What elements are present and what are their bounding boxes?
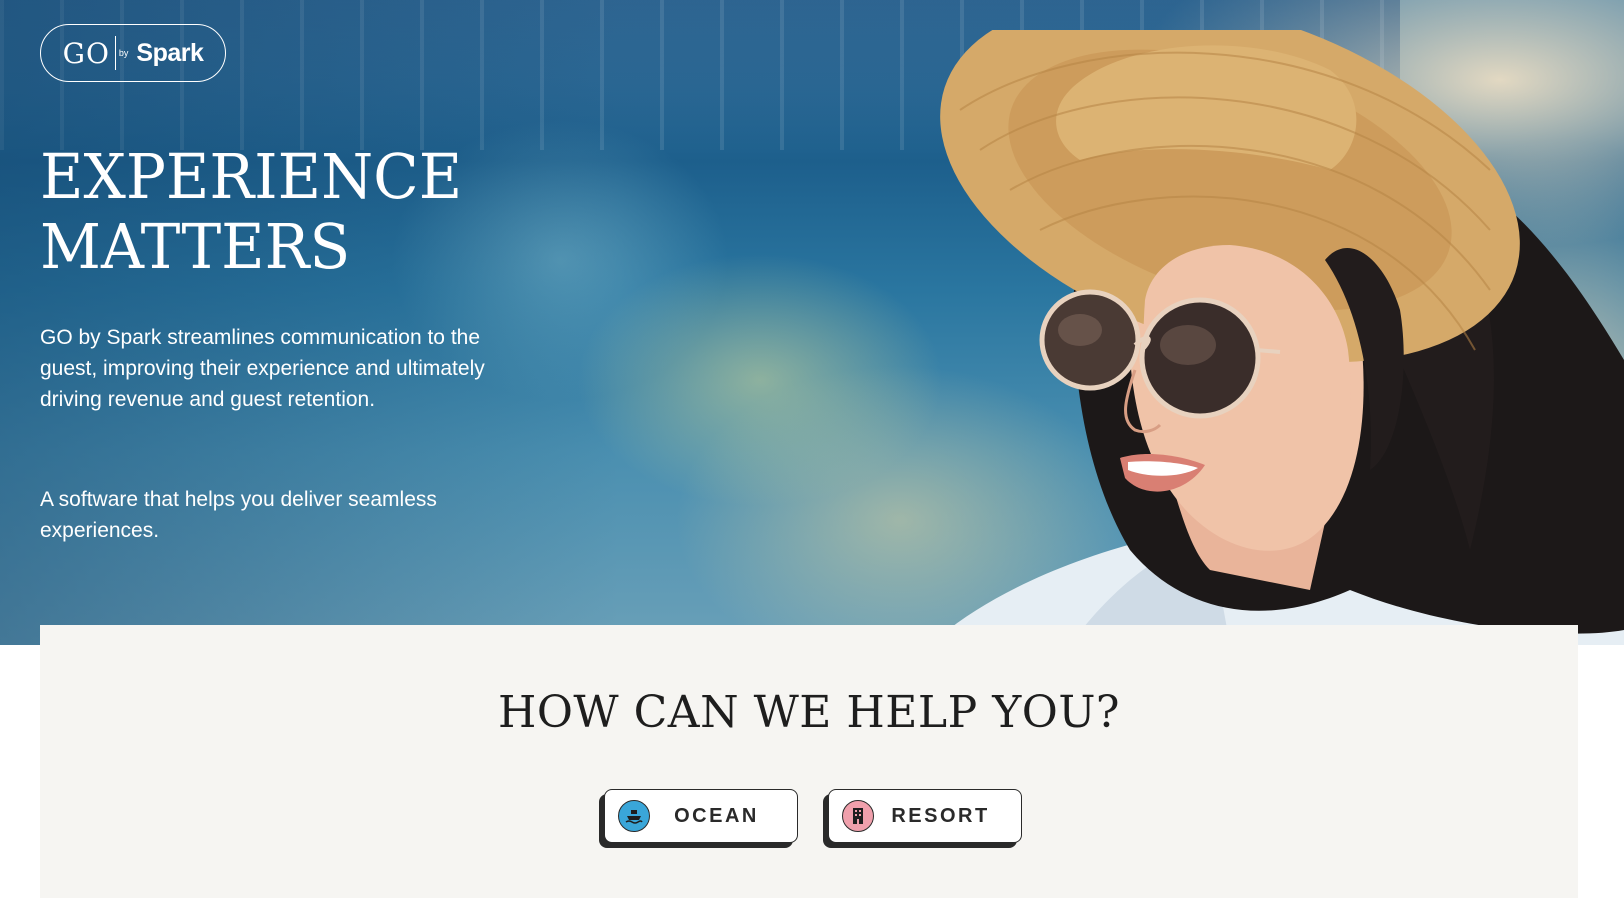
go-by-spark-logo[interactable]: GO by Spark [40,24,226,82]
logo-go-text: GO [62,36,110,70]
headline-line-1: EXPERIENCE [40,140,463,213]
hero-intro-text: GO by Spark streamlines communication to… [40,326,485,411]
help-panel: HOW CAN WE HELP YOU? OCEAN RESORT [40,625,1578,898]
resort-button[interactable]: RESORT [828,789,1022,843]
hero-headline: EXPERIENCE MATTERS [40,142,462,282]
page: GO by Spark EXPERIENCE MATTERS GO by Spa… [0,0,1624,898]
logo-spark-text: Spark [136,38,204,67]
help-title: HOW CAN WE HELP YOU? [497,687,1120,738]
woman-with-hat-photo [930,30,1624,645]
hero-banner: GO by Spark EXPERIENCE MATTERS GO by Spa… [0,0,1624,645]
ocean-button[interactable]: OCEAN [604,789,798,843]
ocean-button-label: OCEAN [674,804,759,827]
resort-button-label: RESORT [891,804,990,827]
building-icon [842,800,874,832]
hero-sub-text: A software that helps you deliver seamle… [40,488,437,542]
logo-by-text: by [114,36,132,70]
ship-icon [618,800,650,832]
headline-line-2: MATTERS [40,210,351,283]
